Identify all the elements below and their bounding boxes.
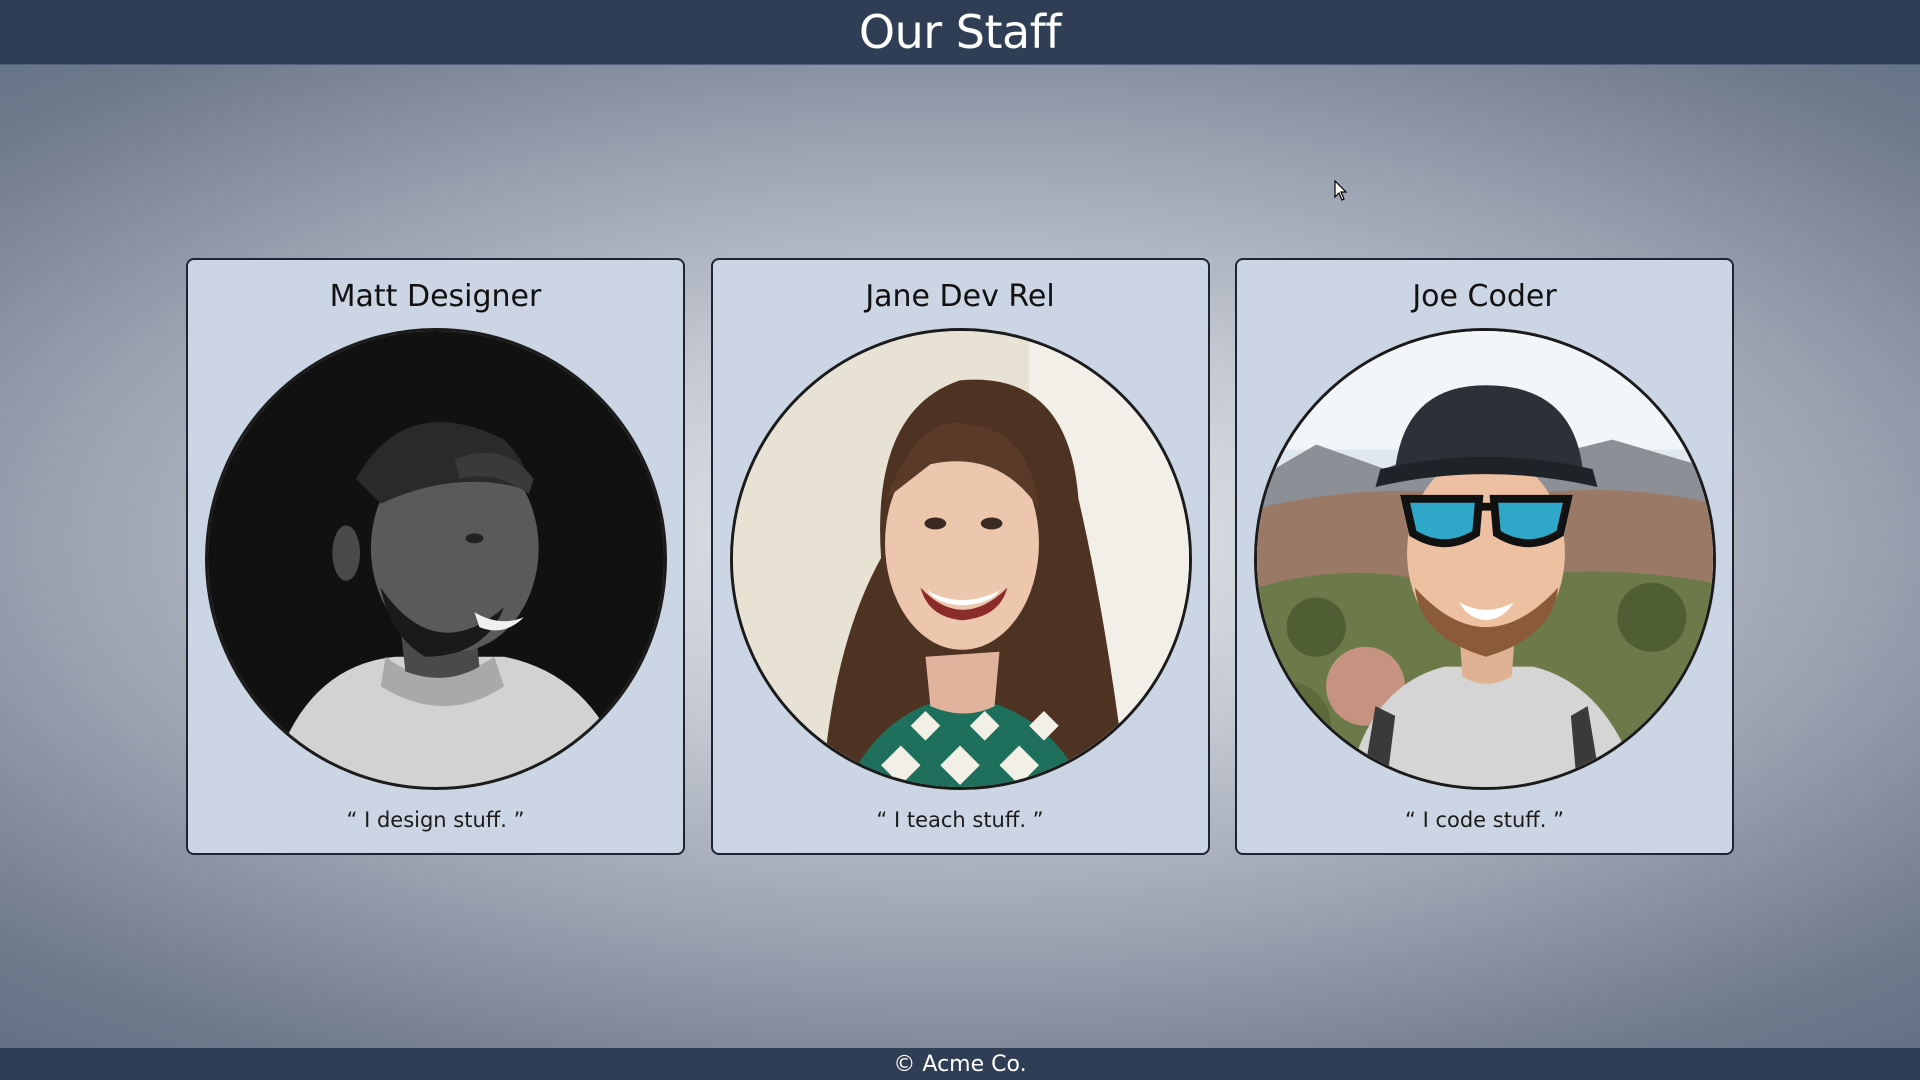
page-footer: © Acme Co.: [0, 1048, 1920, 1080]
page-header: Our Staff: [0, 0, 1920, 65]
matt-portrait-photo: [208, 331, 664, 787]
mouse-cursor-icon: [1334, 180, 1348, 201]
joe-portrait-photo: [1257, 331, 1713, 787]
staff-quote: “ I code stuff. ”: [1405, 808, 1564, 832]
staff-name: Matt Designer: [329, 279, 542, 314]
staff-cards: Matt Designer “ I design stuff. ” Jane D…: [186, 258, 1734, 855]
staff-card-matt: Matt Designer “ I design stuff. ”: [186, 258, 685, 855]
staff-name: Jane Dev Rel: [865, 279, 1055, 314]
avatar-joe: [1254, 328, 1716, 790]
avatar-matt: [205, 328, 667, 790]
copyright-text: © Acme Co.: [893, 1051, 1027, 1077]
staff-card-jane: Jane Dev Rel “ I teach stuff. ”: [710, 258, 1210, 855]
jane-portrait-photo: [732, 331, 1189, 787]
staff-quote: “ I teach stuff. ”: [876, 808, 1044, 832]
page-title: Our Staff: [858, 5, 1062, 59]
avatar-jane: [729, 328, 1192, 790]
staff-card-joe: Joe Coder “ I code stuff. ”: [1235, 258, 1734, 855]
staff-name: Joe Coder: [1412, 279, 1557, 314]
staff-quote: “ I design stuff. ”: [346, 808, 525, 832]
